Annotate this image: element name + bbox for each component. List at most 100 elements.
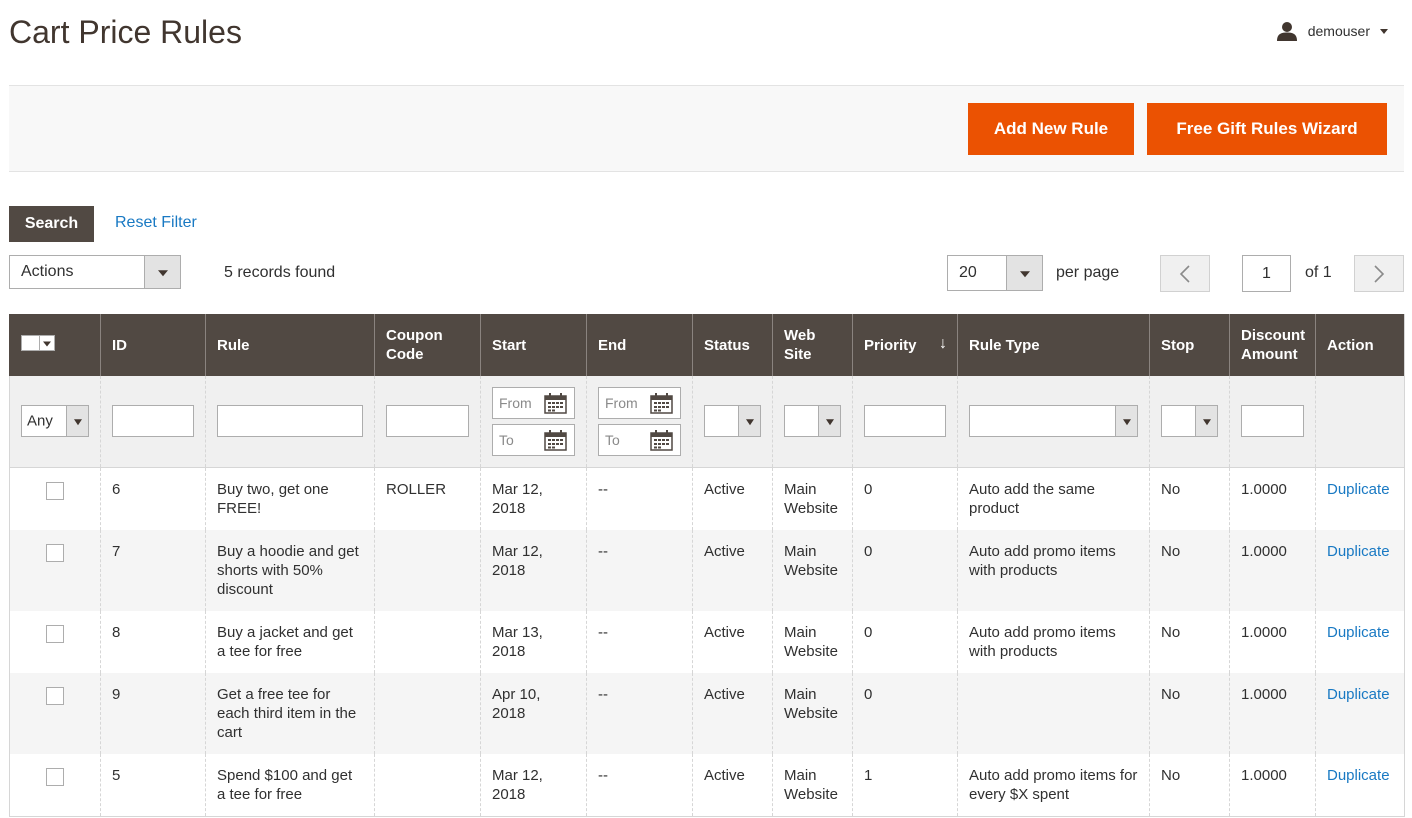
row-checkbox[interactable]	[46, 624, 64, 643]
duplicate-link[interactable]: Duplicate	[1327, 543, 1390, 560]
duplicate-link[interactable]: Duplicate	[1327, 624, 1390, 641]
filter-id-input[interactable]	[112, 405, 194, 438]
cell-rule: Buy a jacket and get a tee for free	[205, 610, 375, 673]
column-header-discount-amount[interactable]: Discount Amount	[1229, 314, 1316, 376]
grid-header-row: ID Rule Coupon Code Start End Status Web…	[9, 314, 1405, 376]
user-menu[interactable]: demouser	[1276, 20, 1388, 42]
calendar-icon[interactable]	[544, 392, 567, 414]
cell-discount-amount: 1.0000	[1229, 672, 1316, 754]
cell-end: --	[586, 672, 693, 754]
filter-rule-input[interactable]	[217, 405, 363, 438]
cell-rule: Spend $100 and get a tee for free	[205, 753, 375, 817]
cell-end: --	[586, 610, 693, 673]
filter-start-from-input[interactable]: From	[492, 386, 575, 419]
row-checkbox[interactable]	[46, 686, 64, 705]
page-title: Cart Price Rules	[9, 14, 242, 50]
cell-website: Main Website	[772, 467, 853, 530]
duplicate-link[interactable]: Duplicate	[1327, 481, 1390, 498]
cell-status: Active	[692, 529, 773, 611]
duplicate-link[interactable]: Duplicate	[1327, 686, 1390, 703]
cell-rule: Buy a hoodie and get shorts with 50% dis…	[205, 529, 375, 611]
mass-select-checkbox[interactable]	[21, 335, 55, 351]
column-header-priority-label: Priority	[864, 336, 917, 354]
table-row[interactable]: 5 Spend $100 and get a tee for free Mar …	[9, 753, 1405, 817]
filter-priority-input[interactable]	[864, 405, 946, 438]
cell-status: Active	[692, 467, 773, 530]
chevron-down-icon	[66, 406, 88, 437]
row-checkbox[interactable]	[46, 767, 64, 786]
previous-page-button[interactable]	[1160, 255, 1210, 292]
cell-website: Main Website	[772, 529, 853, 611]
chevron-down-icon	[1380, 28, 1388, 34]
filter-status-select[interactable]	[704, 405, 761, 438]
column-header-priority[interactable]: Priority ↓	[852, 314, 958, 376]
per-page-value: 20	[959, 264, 977, 281]
mass-select-header[interactable]	[9, 314, 101, 376]
duplicate-link[interactable]: Duplicate	[1327, 767, 1390, 784]
search-button[interactable]: Search	[9, 206, 94, 242]
next-page-button[interactable]	[1354, 255, 1404, 292]
mass-actions-value: Actions	[21, 263, 74, 280]
table-row[interactable]: 8 Buy a jacket and get a tee for free Ma…	[9, 610, 1405, 673]
cell-discount-amount: 1.0000	[1229, 753, 1316, 817]
cell-coupon-code	[374, 610, 481, 673]
cell-id: 5	[100, 753, 206, 817]
page-total: of 1	[1305, 264, 1332, 281]
cell-start: Mar 12, 2018	[480, 467, 587, 530]
filter-discount-amount-input[interactable]	[1241, 405, 1304, 438]
cell-coupon-code	[374, 529, 481, 611]
cell-rule-type: Auto add promo items with products	[957, 529, 1150, 611]
filter-rule-type-select[interactable]	[969, 405, 1138, 438]
column-header-rule[interactable]: Rule	[205, 314, 375, 376]
filter-website-select[interactable]	[784, 405, 841, 438]
table-row[interactable]: 6 Buy two, get one FREE! ROLLER Mar 12, …	[9, 467, 1405, 530]
cell-website: Main Website	[772, 610, 853, 673]
row-checkbox[interactable]	[46, 543, 64, 562]
row-checkbox[interactable]	[46, 481, 64, 500]
per-page-select[interactable]: 20	[947, 255, 1043, 291]
table-row[interactable]: 7 Buy a hoodie and get shorts with 50% d…	[9, 529, 1405, 611]
calendar-icon[interactable]	[544, 429, 567, 451]
chevron-down-icon	[738, 406, 760, 437]
free-gift-rules-wizard-button[interactable]: Free Gift Rules Wizard	[1147, 103, 1387, 155]
cell-start: Apr 10, 2018	[480, 672, 587, 754]
calendar-icon[interactable]	[650, 392, 673, 414]
chevron-down-icon	[144, 256, 180, 288]
column-header-end[interactable]: End	[586, 314, 693, 376]
cell-stop: No	[1149, 610, 1230, 673]
cell-stop: No	[1149, 672, 1230, 754]
filter-start-from-placeholder: From	[499, 394, 532, 411]
filter-end-from-input[interactable]: From	[598, 386, 681, 419]
cell-coupon-code	[374, 672, 481, 754]
calendar-icon[interactable]	[650, 429, 673, 451]
filter-mass-select-value: Any	[27, 412, 53, 430]
cell-priority: 0	[852, 610, 958, 673]
column-header-coupon-code[interactable]: Coupon Code	[374, 314, 481, 376]
filter-coupon-code-input[interactable]	[386, 405, 469, 438]
reset-filter-link[interactable]: Reset Filter	[115, 214, 197, 232]
cell-status: Active	[692, 610, 773, 673]
filter-row: Any From To From To	[9, 376, 1405, 468]
column-header-id[interactable]: ID	[100, 314, 206, 376]
cell-stop: No	[1149, 467, 1230, 530]
cell-priority: 1	[852, 753, 958, 817]
column-header-status[interactable]: Status	[692, 314, 773, 376]
filter-mass-select[interactable]: Any	[21, 405, 89, 438]
cell-end: --	[586, 467, 693, 530]
column-header-start[interactable]: Start	[480, 314, 587, 376]
filter-end-to-input[interactable]: To	[598, 423, 681, 456]
column-header-stop[interactable]: Stop	[1149, 314, 1230, 376]
filter-stop-select[interactable]	[1161, 405, 1218, 438]
column-header-action: Action	[1315, 314, 1405, 376]
current-page-input[interactable]	[1242, 255, 1291, 292]
cell-stop: No	[1149, 529, 1230, 611]
column-header-website[interactable]: Web Site	[772, 314, 853, 376]
table-row[interactable]: 9 Get a free tee for each third item in …	[9, 672, 1405, 754]
filter-start-to-input[interactable]: To	[492, 423, 575, 456]
add-new-rule-button[interactable]: Add New Rule	[968, 103, 1134, 155]
records-found: 5 records found	[224, 264, 336, 281]
cell-coupon-code	[374, 753, 481, 817]
column-header-rule-type[interactable]: Rule Type	[957, 314, 1150, 376]
filter-start-to-placeholder: To	[499, 431, 514, 448]
mass-actions-select[interactable]: Actions	[9, 255, 181, 289]
